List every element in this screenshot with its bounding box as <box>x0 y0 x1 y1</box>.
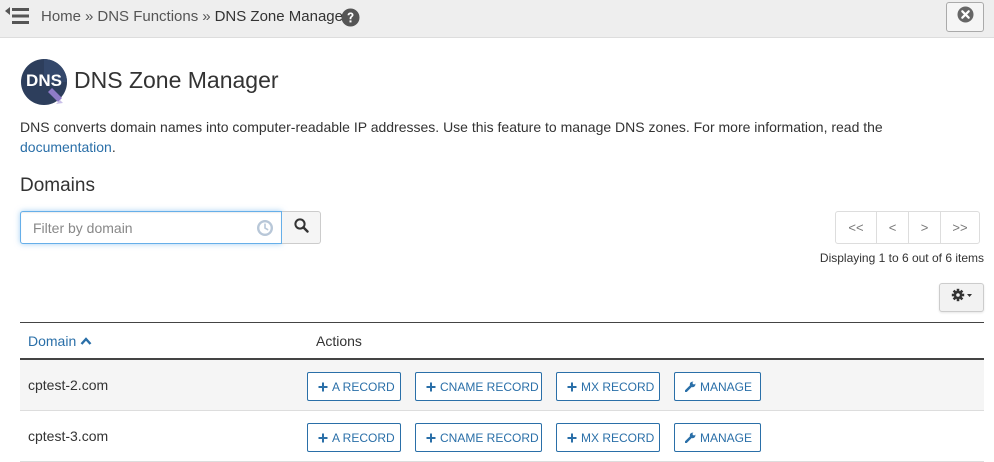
chevron-up-icon <box>80 333 92 349</box>
add-cname-record-button[interactable]: CNAME RECORD <box>415 372 542 401</box>
row-actions: A RECORD CNAME RECORD MX RECORD MANAGE <box>307 423 775 452</box>
documentation-link[interactable]: documentation <box>20 139 112 155</box>
description-suffix: . <box>111 139 116 155</box>
menu-toggle-icon[interactable] <box>4 5 30 27</box>
question-circle-icon[interactable] <box>341 8 360 27</box>
top-bar: Home» DNS Functions» DNS Zone Manager <box>0 0 994 38</box>
button-label: MX RECORD <box>581 379 655 394</box>
page-first-button[interactable]: << <box>835 211 877 244</box>
plus-icon <box>318 382 328 392</box>
add-a-record-button[interactable]: A RECORD <box>307 423 401 452</box>
wrench-icon <box>685 432 696 443</box>
button-label: MANAGE <box>700 379 753 394</box>
manage-button[interactable]: MANAGE <box>674 372 761 401</box>
column-header-actions: Actions <box>316 333 362 349</box>
domains-table: Domain Actions cptest-2.com A RECORD CNA… <box>20 322 984 462</box>
breadcrumb-current: DNS Zone Manager <box>214 8 348 25</box>
button-label: A RECORD <box>332 379 395 394</box>
button-label: MX RECORD <box>581 430 655 445</box>
column-header-domain[interactable]: Domain <box>28 333 92 349</box>
breadcrumb: Home» DNS Functions» DNS Zone Manager <box>41 8 348 25</box>
breadcrumb-home[interactable]: Home <box>41 8 81 25</box>
button-label: MANAGE <box>700 430 753 445</box>
table-row: cptest-3.com A RECORD CNAME RECORD MX RE… <box>20 411 984 462</box>
gear-icon <box>951 288 973 307</box>
row-actions: A RECORD CNAME RECORD MX RECORD MANAGE <box>307 372 775 401</box>
button-label: A RECORD <box>332 430 395 445</box>
page-title: DNS Zone Manager <box>74 67 279 93</box>
breadcrumb-separator: » <box>85 8 94 25</box>
button-label: CNAME RECORD <box>440 430 539 445</box>
close-button[interactable] <box>946 2 984 32</box>
display-info: Displaying 1 to 6 out of 6 items <box>819 251 984 265</box>
add-a-record-button[interactable]: A RECORD <box>307 372 401 401</box>
domain-filter-group <box>20 211 321 244</box>
domains-heading: Domains <box>20 175 95 196</box>
clock-icon <box>256 219 274 237</box>
filter-domain-input[interactable] <box>20 211 282 244</box>
description-text: DNS converts domain names into computer-… <box>20 119 883 135</box>
table-header: Domain Actions <box>20 322 984 360</box>
wrench-icon <box>685 381 696 392</box>
plus-icon <box>426 433 436 443</box>
domain-cell: cptest-3.com <box>28 428 109 444</box>
plus-icon <box>318 433 328 443</box>
plus-icon <box>426 382 436 392</box>
breadcrumb-dns-functions[interactable]: DNS Functions <box>97 8 198 25</box>
breadcrumb-separator: » <box>202 8 211 25</box>
page-prev-button[interactable]: < <box>876 211 909 244</box>
domain-cell: cptest-2.com <box>28 377 109 393</box>
page-last-button[interactable]: >> <box>940 211 980 244</box>
page-next-button[interactable]: > <box>908 211 941 244</box>
plus-icon <box>567 433 577 443</box>
button-label: CNAME RECORD <box>440 379 539 394</box>
page-description: DNS converts domain names into computer-… <box>20 117 970 157</box>
svg-text:DNS: DNS <box>26 71 62 90</box>
plus-icon <box>567 382 577 392</box>
table-row: cptest-2.com A RECORD CNAME RECORD MX RE… <box>20 360 984 411</box>
add-mx-record-button[interactable]: MX RECORD <box>556 423 660 452</box>
pagination: << < > >> <box>835 211 980 244</box>
column-label-domain: Domain <box>28 333 77 349</box>
dns-logo-icon: DNS <box>20 58 68 106</box>
add-mx-record-button[interactable]: MX RECORD <box>556 372 660 401</box>
search-button[interactable] <box>282 211 321 244</box>
search-icon <box>293 217 309 238</box>
manage-button[interactable]: MANAGE <box>674 423 761 452</box>
settings-dropdown-button[interactable] <box>939 283 984 312</box>
close-circle-icon <box>957 6 974 28</box>
add-cname-record-button[interactable]: CNAME RECORD <box>415 423 542 452</box>
